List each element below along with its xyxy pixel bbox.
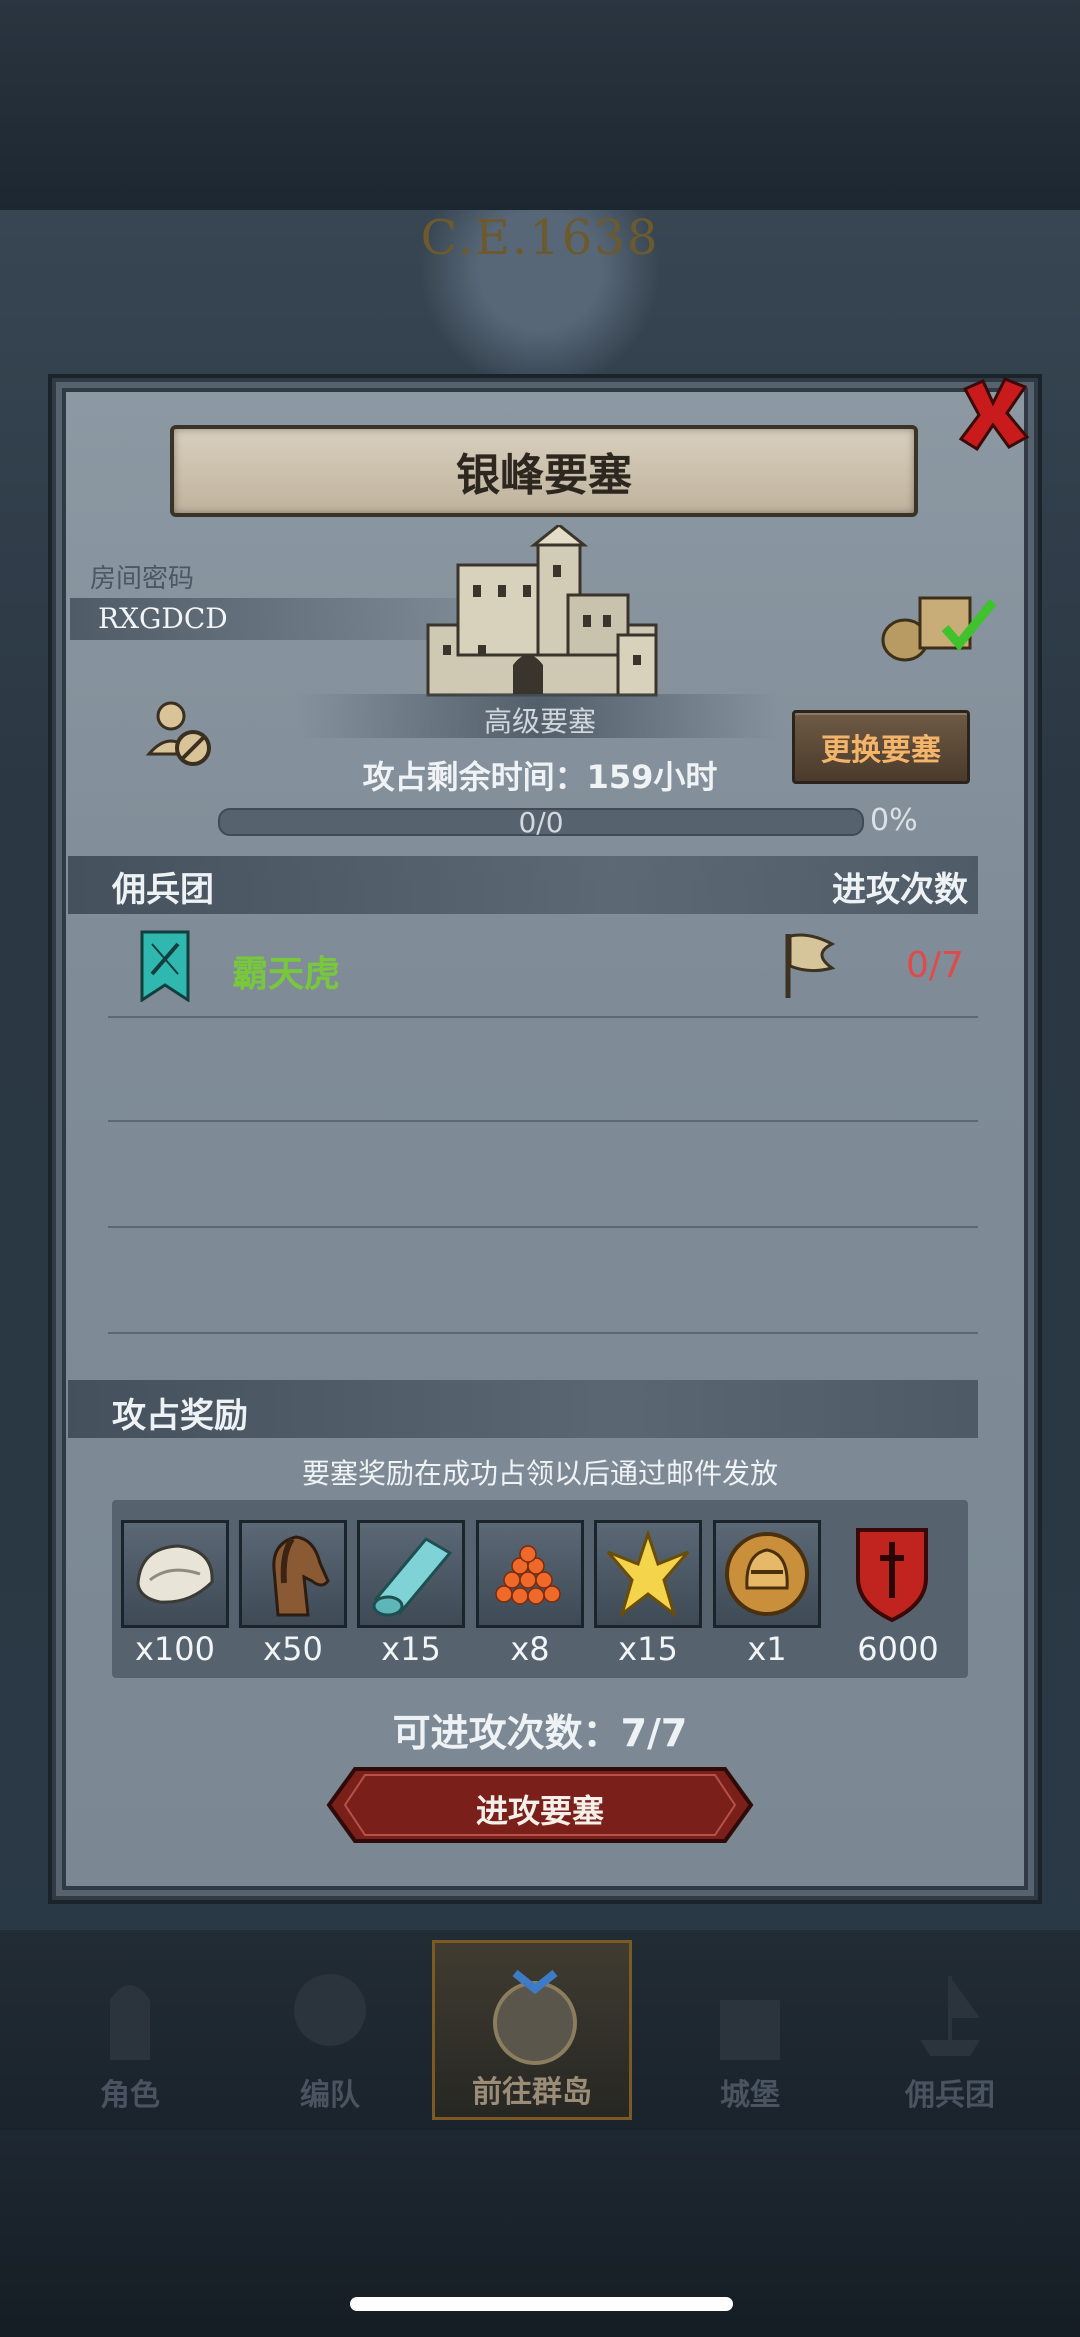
top-background	[0, 0, 1080, 210]
reward-slot-shield[interactable]	[838, 1520, 946, 1628]
reward-qty: x50	[263, 1630, 323, 1668]
row-divider	[108, 1016, 978, 1018]
gold-crest-icon	[606, 1529, 690, 1619]
oyster-icon	[136, 1544, 214, 1604]
nav-label: 城堡	[720, 2078, 780, 2113]
reward-slot-helmet-coin[interactable]	[713, 1520, 821, 1628]
attempts-remaining: 可进攻次数：7/7	[392, 1711, 688, 1755]
castle-icon	[720, 2000, 780, 2060]
mercenary-banner-icon	[140, 930, 190, 1002]
era-text: C.E.1638	[420, 210, 660, 266]
reward-qty: x1	[747, 1630, 787, 1668]
mercenary-section-title: 佣兵团	[112, 870, 214, 910]
reward-slot-oyster[interactable]	[121, 1520, 229, 1628]
dialog-title: 银峰要塞	[456, 450, 632, 501]
mercenary-ship-icon	[920, 1976, 980, 2056]
reward-note: 要塞奖励在成功占领以后通过邮件发放	[301, 1457, 778, 1490]
red-shield-icon	[856, 1528, 928, 1623]
close-button[interactable]	[952, 372, 1034, 454]
attack-count-header: 进攻次数	[832, 870, 968, 910]
reward-slot-horse[interactable]	[239, 1520, 347, 1628]
reward-slot-gold-crest[interactable]	[594, 1520, 702, 1628]
reward-qty: x8	[510, 1630, 550, 1668]
helmet-coin-icon	[725, 1532, 809, 1616]
formation-icon	[294, 1974, 366, 2046]
capture-progress-bar: 0/0	[218, 806, 864, 839]
reward-qty: x15	[381, 1630, 441, 1668]
mercenary-attack-count: 0/7	[906, 945, 964, 986]
nav-item-formation[interactable]: 编队	[230, 1940, 430, 2120]
progress-percent: 0%	[870, 803, 918, 838]
mercenary-name[interactable]: 霸天虎	[232, 945, 340, 997]
nav-label: 编队	[300, 2078, 360, 2113]
reward-section-title: 攻占奖励	[112, 1396, 248, 1436]
row-divider	[108, 1120, 978, 1122]
nav-label: 前往群岛	[472, 2075, 592, 2110]
nav-item-islands[interactable]: 前往群岛	[432, 1940, 632, 2120]
progress-text: 0/0	[518, 806, 564, 839]
nav-label: 角色	[100, 2078, 160, 2113]
room-code-label: 房间密码	[90, 564, 195, 594]
nav-item-role[interactable]: 角色	[30, 1940, 230, 2120]
reward-slot-cloth[interactable]	[357, 1520, 465, 1628]
time-left-text: 攻占剩余时间：159小时	[362, 758, 718, 796]
reward-qty: x100	[134, 1630, 215, 1668]
attack-fortress-label: 进攻要塞	[475, 1792, 604, 1830]
caviar-icon	[495, 1545, 561, 1605]
room-code-value: RXGDCD	[98, 602, 228, 635]
nav-item-mercenary[interactable]: 佣兵团	[850, 1940, 1050, 2120]
reward-qty: 6000	[857, 1630, 939, 1668]
loot-bags-check-icon	[881, 596, 997, 662]
nav-item-castle[interactable]: 城堡	[650, 1940, 850, 2120]
reward-qty: x15	[618, 1630, 678, 1668]
nav-label: 佣兵团	[905, 2078, 995, 2113]
row-divider	[108, 1332, 978, 1334]
flag-icon	[785, 933, 836, 998]
close-icon	[958, 377, 1030, 451]
knight-icon	[110, 1985, 150, 2060]
home-indicator[interactable]	[350, 2297, 733, 2311]
island-map-icon	[493, 1969, 577, 2065]
fortress-image	[426, 525, 658, 697]
reward-slot-caviar[interactable]	[476, 1520, 584, 1628]
horse-icon	[272, 1535, 330, 1617]
cloth-roll-icon	[372, 1537, 453, 1617]
row-divider	[108, 1226, 978, 1228]
title-plate: 银峰要塞	[170, 425, 918, 517]
